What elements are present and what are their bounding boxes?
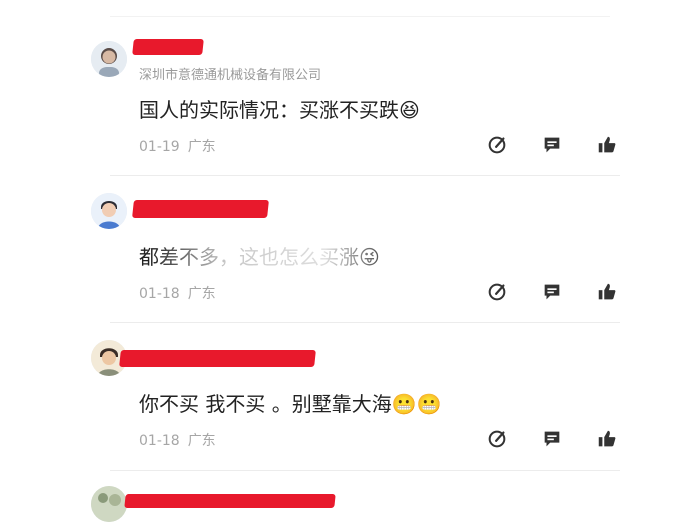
comment-text: 你不买 我不买 。别墅靠大海😬😬 <box>139 388 442 417</box>
comment-body: 都差不多，这也怎么买涨 <box>139 245 359 269</box>
comment-date: 01-19 <box>139 139 180 155</box>
like-button[interactable] <box>596 281 620 305</box>
top-divider <box>110 16 610 17</box>
message-button[interactable] <box>541 134 565 158</box>
avatar[interactable] <box>91 486 127 522</box>
company-name: 深圳市意德通机械设备有限公司 <box>139 68 322 83</box>
thumbs-up-icon <box>598 430 616 447</box>
divider <box>110 470 620 471</box>
comment-location: 广东 <box>187 139 216 155</box>
redacted-username <box>132 39 204 55</box>
like-button[interactable] <box>596 428 620 452</box>
edit-icon <box>488 136 506 154</box>
comment-icon <box>544 137 560 153</box>
emoji: 😜 <box>359 245 380 269</box>
comment-text: 国人的实际情况：买涨不买跌😆 <box>139 94 420 123</box>
comment-icon <box>544 431 560 447</box>
comment-body: 国人的实际情况：买涨不买跌 <box>139 98 399 122</box>
message-button[interactable] <box>541 281 565 305</box>
comment-actions <box>480 428 620 452</box>
reply-button[interactable] <box>486 428 510 452</box>
emoji: 😬😬 <box>391 392 442 416</box>
message-button[interactable] <box>541 428 565 452</box>
redacted-username <box>132 200 269 218</box>
comment-actions <box>480 281 620 305</box>
divider <box>110 322 620 323</box>
edit-icon <box>488 283 506 301</box>
comment-location: 广东 <box>187 286 216 302</box>
comment-date: 01-18 <box>139 286 180 302</box>
comment-meta: 01-18 广东 <box>139 283 224 303</box>
thumbs-up-icon <box>598 283 616 300</box>
comment-date: 01-18 <box>139 433 180 449</box>
comment-icon <box>544 284 560 300</box>
avatar[interactable] <box>91 41 127 77</box>
edit-icon <box>488 430 506 448</box>
comment-meta: 01-18 广东 <box>139 430 224 450</box>
redaction-artifact <box>150 196 270 200</box>
redacted-username <box>119 350 316 367</box>
comment-location: 广东 <box>187 433 216 449</box>
thumbs-up-icon <box>598 136 616 153</box>
avatar[interactable] <box>91 193 127 229</box>
comment-text: 都差不多，这也怎么买涨😜 <box>139 241 380 270</box>
emoji: 😆 <box>399 98 420 122</box>
reply-button[interactable] <box>486 281 510 305</box>
comment-meta: 01-19 广东 <box>139 136 224 156</box>
like-button[interactable] <box>596 134 620 158</box>
reply-button[interactable] <box>486 134 510 158</box>
comment-actions <box>480 134 620 158</box>
divider <box>110 175 620 176</box>
comment-body: 你不买 我不买 。别墅靠大海 <box>139 392 392 416</box>
